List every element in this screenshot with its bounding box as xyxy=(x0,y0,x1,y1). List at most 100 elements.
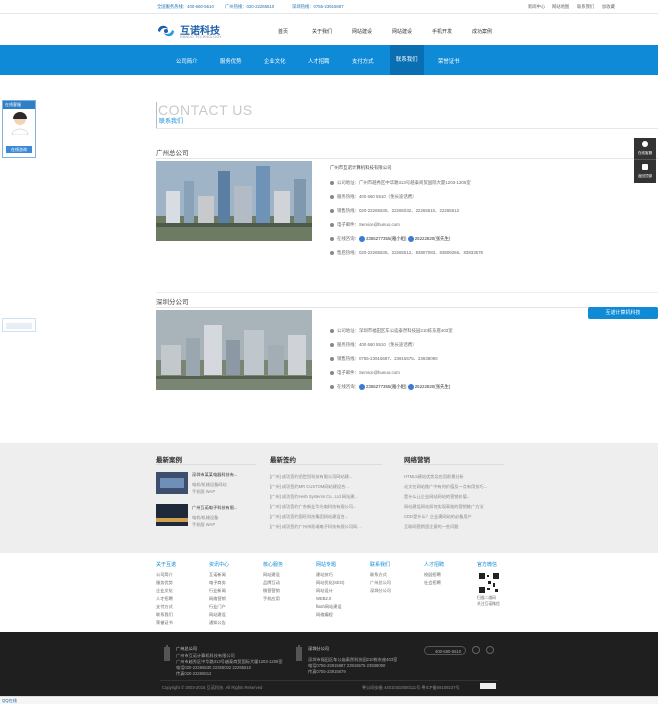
online-service-panel[interactable]: 在线客服 在线咨询 xyxy=(2,100,36,158)
weibo-icon[interactable] xyxy=(472,646,480,654)
subnav-contact[interactable]: 联系我们 xyxy=(390,45,424,75)
links-title-about[interactable]: 关于互诺 xyxy=(156,561,176,568)
logo-icon[interactable] xyxy=(156,23,176,39)
phone-icon xyxy=(330,194,334,199)
links-title-jobs[interactable]: 人才招聘 xyxy=(424,561,444,568)
wechat-icon[interactable] xyxy=(486,646,494,654)
qq-icon[interactable] xyxy=(358,236,365,242)
nav-cases[interactable]: 成功案例 xyxy=(472,28,492,35)
link[interactable]: 支付方式 xyxy=(156,604,173,610)
gz-qq1[interactable]: 2355277355(雅小姐) xyxy=(366,236,407,241)
link[interactable]: 社会招聘 xyxy=(424,580,441,586)
link[interactable]: 网络营销 xyxy=(209,596,226,602)
icp-record[interactable]: 粤公网安备 44010402000111号 粤ICP备09109237号 xyxy=(362,685,460,691)
subnav-profile[interactable]: 公司简介 xyxy=(176,57,198,65)
links-title-contact[interactable]: 联系我们 xyxy=(370,561,390,568)
qq-icon[interactable] xyxy=(358,384,365,390)
topbar-link-news[interactable]: 新闻中心 xyxy=(528,4,545,10)
links-title-topics[interactable]: 网站专题 xyxy=(316,561,336,568)
gz-qq2[interactable]: 25222820(张先生) xyxy=(415,236,451,241)
signed-item[interactable]: [广州] 成功签约国旺科技集团网站建设合... xyxy=(270,514,348,520)
link[interactable]: 手机应用 xyxy=(263,596,280,602)
gz-email-text[interactable]: 电子邮件：Service@hunuo.com xyxy=(337,222,400,227)
link[interactable]: 联系我们 xyxy=(156,612,173,618)
subnav-honors[interactable]: 荣誉证书 xyxy=(438,57,460,65)
link[interactable]: 企业文化 xyxy=(156,588,173,594)
link[interactable]: 互诺新闻 xyxy=(209,572,226,578)
link[interactable]: 服务优势 xyxy=(156,580,173,586)
consult-button[interactable]: 在线咨询 xyxy=(6,146,32,153)
marketing-item[interactable]: CDD是什么？企业建网站的必备用户 xyxy=(404,514,472,520)
gz-sales-text: 销售热线：020-22265530、22265032、22265510、2226… xyxy=(337,208,460,213)
online-service-panel-mini[interactable] xyxy=(2,318,36,332)
link[interactable]: 网站建设 xyxy=(263,572,280,578)
sz-email-text[interactable]: 电子邮件：Service@hunuo.com xyxy=(337,370,400,375)
back-to-top-tool[interactable]: 返回顶部 xyxy=(634,161,656,183)
online-service-label: 在线客服 xyxy=(3,101,35,109)
marketing-item[interactable]: 互联网营销里注意的一些问题 xyxy=(404,524,458,530)
phone-pill[interactable]: 400-660-5510 xyxy=(424,646,466,655)
subnav-jobs[interactable]: 人才招聘 xyxy=(308,57,330,65)
link[interactable]: 网站建设 xyxy=(209,612,226,618)
chat-icon xyxy=(642,141,648,147)
signed-item[interactable]: [广州] 成功签约广州市凯瑞电子科技有限公司网... xyxy=(270,524,361,530)
gz-sales: 销售热线：020-22265530、22265032、22265510、2226… xyxy=(330,208,459,214)
subnav-advantage[interactable]: 服务优势 xyxy=(220,57,242,65)
signed-item[interactable]: [广州] 成功签约MR CUSTOM网站建设合... xyxy=(270,484,349,490)
back-to-top-label: 返回顶部 xyxy=(637,174,653,178)
link[interactable]: 行业门户 xyxy=(209,604,226,610)
float-consult-button[interactable]: 互诺计算机科技 xyxy=(588,307,658,319)
online-service-tool[interactable]: 在线客服 xyxy=(634,138,656,160)
case-thumbnail[interactable] xyxy=(156,504,188,526)
sz-qq1[interactable]: 2355277355(雅小姐) xyxy=(366,384,407,389)
link[interactable]: 联系方式 xyxy=(370,572,387,578)
nav-mobile[interactable]: 手机开发 xyxy=(432,28,452,35)
link[interactable]: 行业新闻 xyxy=(209,588,226,594)
link[interactable]: 网络编程 xyxy=(316,612,333,618)
marketing-item[interactable]: HTML5建站优势及应用前景分析 xyxy=(404,474,464,480)
topbar-link-favorite[interactable]: 加收藏 xyxy=(602,4,615,10)
subnav-payment[interactable]: 支付方式 xyxy=(352,57,374,65)
signed-item[interactable]: [广州] 成功签约广东新业华光电科技有限公司... xyxy=(270,504,357,510)
case-thumbnail[interactable] xyxy=(156,472,188,494)
qq-icon[interactable] xyxy=(407,236,414,242)
nav-website[interactable]: 网站建设 xyxy=(352,28,372,35)
qq-online-link[interactable]: QQ在线 xyxy=(2,698,17,704)
qq-icon[interactable] xyxy=(407,384,414,390)
links-title-news[interactable]: 资讯中心 xyxy=(209,561,229,568)
signed-item[interactable]: [广州] 成功签约Herb Systems Co., Ltd.网站建... xyxy=(270,494,358,500)
case-title[interactable]: 深圳市某某电器科技有... xyxy=(192,472,237,478)
link[interactable]: 校园招聘 xyxy=(424,572,441,578)
link[interactable]: 网站设计 xyxy=(316,588,333,594)
link[interactable]: 通知公告 xyxy=(209,620,226,626)
link[interactable]: 微营营销 xyxy=(263,588,280,594)
link[interactable]: 网站优化(SEO) xyxy=(316,580,344,586)
link[interactable]: 电子商务 xyxy=(209,580,226,586)
subnav-culture[interactable]: 企业文化 xyxy=(264,57,286,65)
topbar-link-sitemap[interactable]: 网站地图 xyxy=(552,4,569,10)
gz-online: 在线咨询： 2355277355(雅小姐) 25222820(张先生) xyxy=(330,236,450,242)
link[interactable]: 公司简介 xyxy=(156,572,173,578)
signed-item[interactable]: [广州] 成功签约佰世恒科技有限公司网站建... xyxy=(270,474,352,480)
link[interactable]: 广州总公司 xyxy=(370,580,391,586)
link[interactable]: 品牌互动 xyxy=(263,580,280,586)
link[interactable]: 深圳分公司 xyxy=(370,588,391,594)
sz-qq2[interactable]: 25222820(张先生) xyxy=(415,384,451,389)
title-divider xyxy=(156,128,658,129)
case-title[interactable]: 广州互诺电子科技有限... xyxy=(192,505,237,511)
marketing-item[interactable]: 网站建设网站如何实现高效的营销推广方法 xyxy=(404,504,484,510)
marketing-item[interactable]: 论文在网站推广中有何价值及一点有用技巧... xyxy=(404,484,487,490)
link[interactable]: flash网站建设 xyxy=(316,604,342,610)
nav-services[interactable]: 网站建设 xyxy=(392,28,412,35)
nav-home[interactable]: 首页 xyxy=(278,28,288,35)
nav-about[interactable]: 关于我们 xyxy=(312,28,332,35)
marketing-item[interactable]: 是什么让企业网站网站的营销价值... xyxy=(404,494,470,500)
link[interactable]: WEB2.0 xyxy=(316,596,331,601)
links-title-services[interactable]: 核心服务 xyxy=(263,561,283,568)
topbar-link-contact[interactable]: 联系我们 xyxy=(577,4,594,10)
link[interactable]: 荣誉证书 xyxy=(156,620,173,626)
link[interactable]: 建站技巧 xyxy=(316,572,333,578)
sz-service: 服务热线：400 660 5510（免长途话费） xyxy=(330,342,417,348)
link[interactable]: 人才招聘 xyxy=(156,596,173,602)
bottom-status-bar: QQ在线 xyxy=(0,696,658,704)
